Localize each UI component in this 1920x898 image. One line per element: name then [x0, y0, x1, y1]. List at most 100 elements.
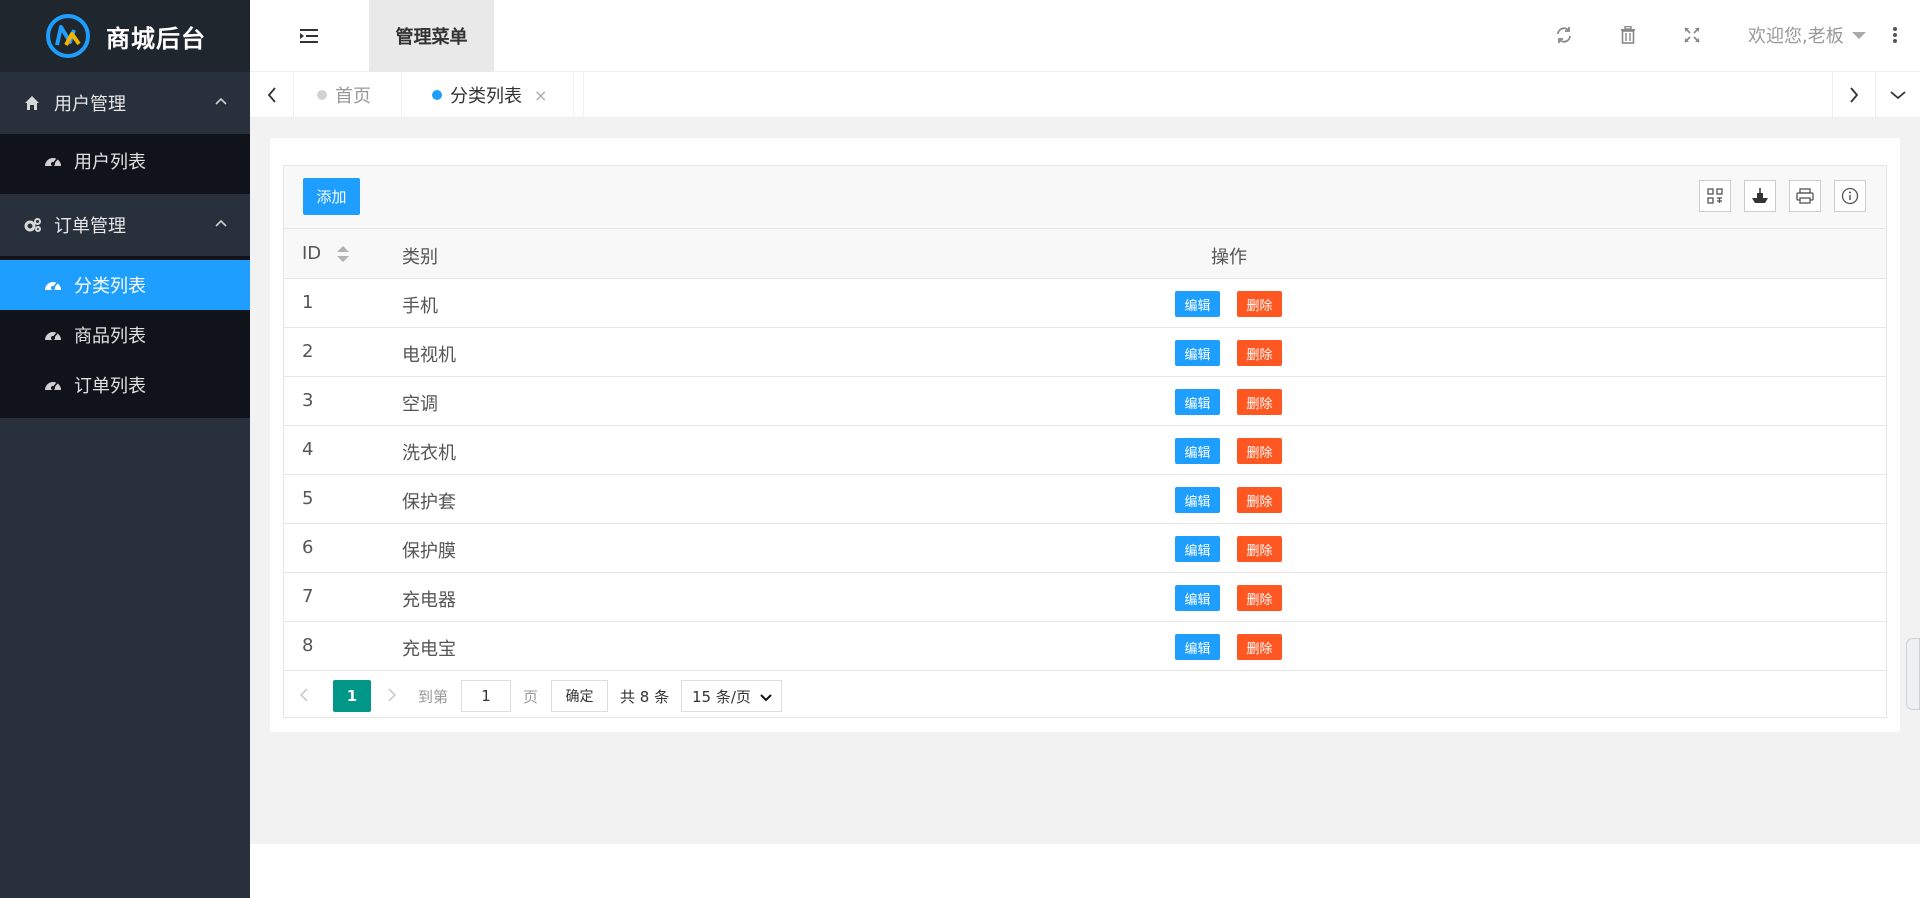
page-size-select[interactable]: 15 条/页	[681, 680, 782, 712]
edit-button[interactable]: 编辑	[1175, 585, 1220, 611]
home-icon	[24, 95, 44, 111]
submenu-user: 用户列表	[0, 134, 250, 194]
logo-icon	[46, 14, 90, 58]
fullscreen-icon[interactable]	[1681, 24, 1703, 46]
gears-icon	[24, 217, 44, 233]
current-page-button[interactable]: 1	[333, 680, 371, 712]
sidebar-item-label: 用户列表	[74, 152, 146, 173]
cell-category: 充电器	[402, 590, 456, 611]
table-row: 8 充电宝 编辑 删除	[284, 622, 1886, 671]
next-page-button[interactable]	[382, 685, 402, 705]
edit-button[interactable]: 编辑	[1175, 340, 1220, 366]
sidebar-item-order-list[interactable]: 订单列表	[0, 360, 250, 410]
table-toolbar: 添加	[284, 166, 1886, 229]
page-size-value: 15 条/页	[692, 687, 751, 706]
logo: 商城后台	[0, 0, 250, 72]
table-row: 5 保护套 编辑 删除	[284, 475, 1886, 524]
tab-category-list-label[interactable]: 分类列表 ×	[432, 72, 574, 118]
cell-category: 空调	[402, 394, 438, 415]
column-header-actions: 操作	[1211, 247, 1247, 268]
prev-page-button[interactable]	[294, 685, 314, 705]
dashboard-icon	[44, 153, 62, 169]
sidebar-item-user-list[interactable]: 用户列表	[0, 136, 250, 186]
tab-home[interactable]: 首页	[294, 72, 402, 118]
chevron-right-icon	[1850, 87, 1859, 103]
page-suffix-label: 页	[523, 688, 539, 706]
tab-label: 分类列表	[450, 86, 522, 107]
cell-id: 5	[302, 488, 314, 509]
goto-label: 到第	[418, 688, 449, 706]
edit-button[interactable]: 编辑	[1175, 389, 1220, 415]
footer-area	[250, 844, 1920, 898]
cell-category: 电视机	[402, 345, 456, 366]
tab-label: 首页	[335, 86, 371, 107]
table-body: 1 手机 编辑 删除 2 电视机 编辑 删除 3 空调 编辑 删除 4 洗衣机 …	[284, 279, 1886, 671]
more-vertical-icon[interactable]	[1891, 25, 1899, 45]
pagination: 1 到第 页 确定 共 8 条 15 条/页	[284, 671, 1886, 721]
add-button[interactable]: 添加	[303, 178, 360, 215]
delete-button[interactable]: 删除	[1237, 340, 1282, 366]
chevron-down-icon	[1890, 91, 1906, 100]
menu-group-order[interactable]: 订单管理	[0, 194, 250, 256]
menu-toggle-icon[interactable]	[300, 26, 322, 46]
data-table: 添加 ID 类别 操作 1 手机 编辑 删除 2 电视机 编辑 删除 3 空调 …	[283, 165, 1887, 718]
welcome-text: 欢迎您,老板	[1748, 26, 1844, 47]
cell-id: 2	[302, 341, 314, 362]
edit-button[interactable]: 编辑	[1175, 291, 1220, 317]
cell-id: 1	[302, 292, 314, 313]
cell-category: 保护套	[402, 492, 456, 513]
side-scroll-handle[interactable]	[1906, 638, 1920, 710]
dashboard-icon	[44, 377, 62, 393]
close-icon[interactable]: ×	[534, 86, 547, 105]
table-row: 4 洗衣机 编辑 删除	[284, 426, 1886, 475]
edit-button[interactable]: 编辑	[1175, 487, 1220, 513]
export-icon[interactable]	[1744, 180, 1776, 212]
chevron-left-icon	[299, 688, 308, 702]
chevron-down-icon	[760, 694, 772, 702]
dashboard-icon	[44, 327, 62, 343]
page-number-input[interactable]	[461, 680, 511, 712]
tabs-scroll-right-button[interactable]	[1832, 72, 1876, 118]
column-header-category: 类别	[402, 247, 438, 268]
delete-button[interactable]: 删除	[1237, 389, 1282, 415]
table-row: 2 电视机 编辑 删除	[284, 328, 1886, 377]
delete-button[interactable]: 删除	[1237, 291, 1282, 317]
cell-id: 3	[302, 390, 314, 411]
cell-category: 洗衣机	[402, 443, 456, 464]
delete-button[interactable]: 删除	[1237, 536, 1282, 562]
cell-category: 手机	[402, 296, 438, 317]
sort-icon[interactable]	[336, 246, 349, 262]
delete-button[interactable]: 删除	[1237, 487, 1282, 513]
column-header-id[interactable]: ID	[302, 243, 349, 264]
refresh-icon[interactable]	[1553, 24, 1575, 46]
tabs-scroll-left-button[interactable]	[250, 72, 294, 118]
sidebar-item-product-list[interactable]: 商品列表	[0, 310, 250, 360]
print-icon[interactable]	[1789, 180, 1821, 212]
info-icon[interactable]	[1834, 180, 1866, 212]
edit-button[interactable]: 编辑	[1175, 536, 1220, 562]
header-menu-tab[interactable]: 管理菜单	[369, 0, 494, 72]
submenu-order: 分类列表 商品列表 订单列表	[0, 256, 250, 418]
menu-group-label: 订单管理	[54, 216, 126, 237]
confirm-page-button[interactable]: 确定	[551, 680, 608, 712]
cell-id: 6	[302, 537, 314, 558]
top-header: 管理菜单 欢迎您,老板	[250, 0, 1920, 72]
trash-icon[interactable]	[1617, 24, 1639, 46]
column-header-label: ID	[302, 243, 322, 264]
menu-group-user[interactable]: 用户管理	[0, 72, 250, 134]
edit-button[interactable]: 编辑	[1175, 438, 1220, 464]
chevron-up-icon	[215, 219, 227, 227]
columns-filter-icon[interactable]	[1699, 180, 1731, 212]
delete-button[interactable]: 删除	[1237, 438, 1282, 464]
cell-category: 充电宝	[402, 639, 456, 660]
user-menu[interactable]: 欢迎您,老板	[1748, 22, 1866, 48]
app-title: 商城后台	[106, 24, 206, 53]
sidebar: 商城后台 用户管理 用户列表 订单管理 分类列表 商品列表 订单列表	[0, 0, 250, 898]
delete-button[interactable]: 删除	[1237, 585, 1282, 611]
edit-button[interactable]: 编辑	[1175, 634, 1220, 660]
tab-dot	[317, 90, 327, 100]
sidebar-item-label: 分类列表	[74, 276, 146, 297]
sidebar-item-category-list[interactable]: 分类列表	[0, 260, 250, 310]
delete-button[interactable]: 删除	[1237, 634, 1282, 660]
tabs-dropdown-button[interactable]	[1876, 72, 1920, 118]
